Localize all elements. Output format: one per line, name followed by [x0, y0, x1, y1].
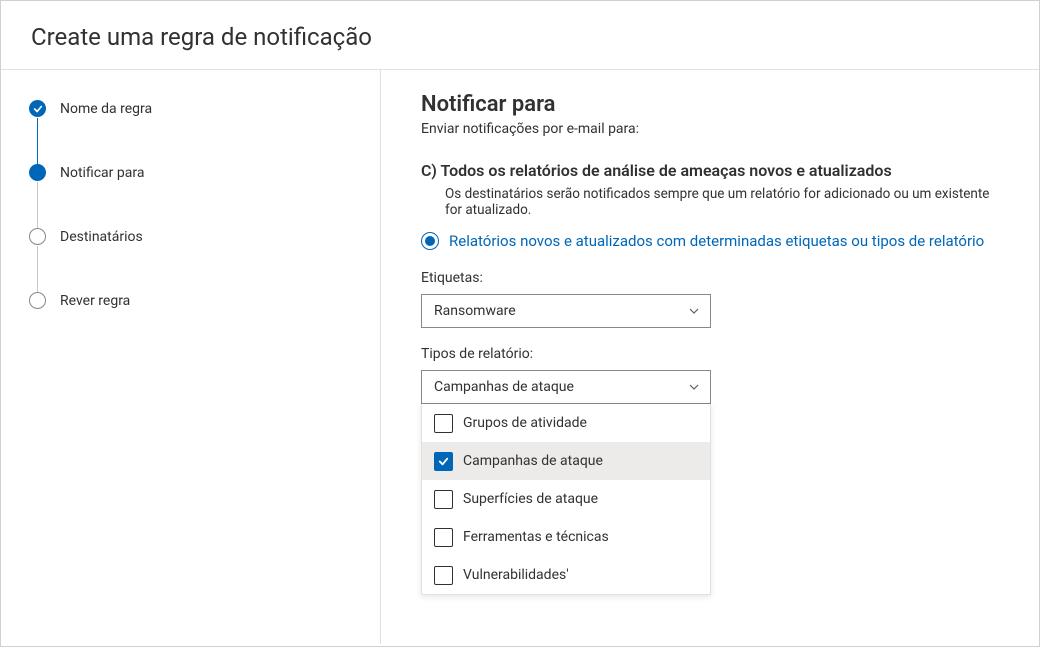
- chevron-down-icon: [688, 381, 700, 393]
- report-types-dropdown-value: Campanhas de ataque: [434, 379, 574, 395]
- wizard-main: Notificar para Enviar notificações por e…: [381, 70, 1039, 644]
- step-current-icon: [29, 164, 46, 181]
- step-notify-for[interactable]: Notificar para: [29, 164, 360, 228]
- option-attack-campaigns[interactable]: Campanhas de ataque: [422, 442, 710, 480]
- step-label: Rever regra: [60, 292, 130, 310]
- tags-dropdown-value: Ransomware: [434, 303, 516, 319]
- step-pending-icon: [29, 228, 46, 245]
- option-label: Vulnerabilidades': [463, 567, 569, 583]
- checkbox-icon: [434, 566, 453, 585]
- report-types-field: Tipos de relatório: Campanhas de ataque …: [421, 346, 1009, 595]
- dialog-header: Create uma regra de notificação: [1, 1, 1039, 69]
- tags-dropdown[interactable]: Ransomware: [421, 294, 711, 328]
- step-label: Destinatários: [60, 228, 143, 246]
- dialog-title: Create uma regra de notificação: [31, 23, 1009, 51]
- step-connector: [37, 118, 38, 166]
- step-recipients[interactable]: Destinatários: [29, 228, 360, 292]
- chevron-down-icon: [688, 305, 700, 317]
- section-c-title: C) Todos os relatórios de análise de ame…: [421, 161, 1009, 180]
- option-vulnerabilities[interactable]: Vulnerabilidades': [422, 556, 710, 594]
- step-completed-icon: [29, 100, 46, 117]
- step-review-rule[interactable]: Rever regra: [29, 292, 360, 310]
- checkbox-checked-icon: [434, 452, 453, 471]
- option-activity-groups[interactable]: Grupos de atividade: [422, 404, 710, 442]
- main-heading: Notificar para: [421, 92, 1009, 117]
- report-types-dropdown-panel: Grupos de atividade Campanhas de ataque …: [421, 404, 711, 595]
- step-connector: [37, 246, 38, 294]
- main-subtitle: Enviar notificações por e-mail para:: [421, 121, 1009, 137]
- section-c-desc: Os destinatários serão notificados sempr…: [421, 186, 1009, 218]
- radio-dot-icon: [425, 236, 435, 246]
- dialog-body: Nome da regra Notificar para Destinatári…: [1, 69, 1039, 644]
- option-label: Superfícies de ataque: [463, 491, 598, 507]
- report-types-dropdown[interactable]: Campanhas de ataque: [421, 370, 711, 404]
- section-c: C) Todos os relatórios de análise de ame…: [421, 161, 1009, 218]
- checkbox-icon: [434, 528, 453, 547]
- radio-filtered-reports[interactable]: Relatórios novos e atualizados com deter…: [421, 232, 1009, 250]
- option-label: Grupos de atividade: [463, 415, 587, 431]
- checkbox-icon: [434, 490, 453, 509]
- radio-label: Relatórios novos e atualizados com deter…: [449, 232, 984, 250]
- step-rule-name[interactable]: Nome da regra: [29, 100, 360, 164]
- option-label: Ferramentas e técnicas: [463, 529, 609, 545]
- option-label: Campanhas de ataque: [463, 453, 603, 469]
- step-pending-icon: [29, 292, 46, 309]
- step-connector: [37, 182, 38, 230]
- wizard-sidebar: Nome da regra Notificar para Destinatári…: [1, 70, 381, 644]
- checkbox-icon: [434, 414, 453, 433]
- option-attack-surfaces[interactable]: Superfícies de ataque: [422, 480, 710, 518]
- tags-field: Etiquetas: Ransomware: [421, 270, 1009, 328]
- option-tools-techniques[interactable]: Ferramentas e técnicas: [422, 518, 710, 556]
- step-label: Notificar para: [60, 164, 144, 182]
- wizard-steps: Nome da regra Notificar para Destinatári…: [29, 100, 360, 310]
- radio-icon: [421, 232, 439, 250]
- step-label: Nome da regra: [60, 100, 152, 118]
- report-types-label: Tipos de relatório:: [421, 346, 1009, 362]
- tags-label: Etiquetas:: [421, 270, 1009, 286]
